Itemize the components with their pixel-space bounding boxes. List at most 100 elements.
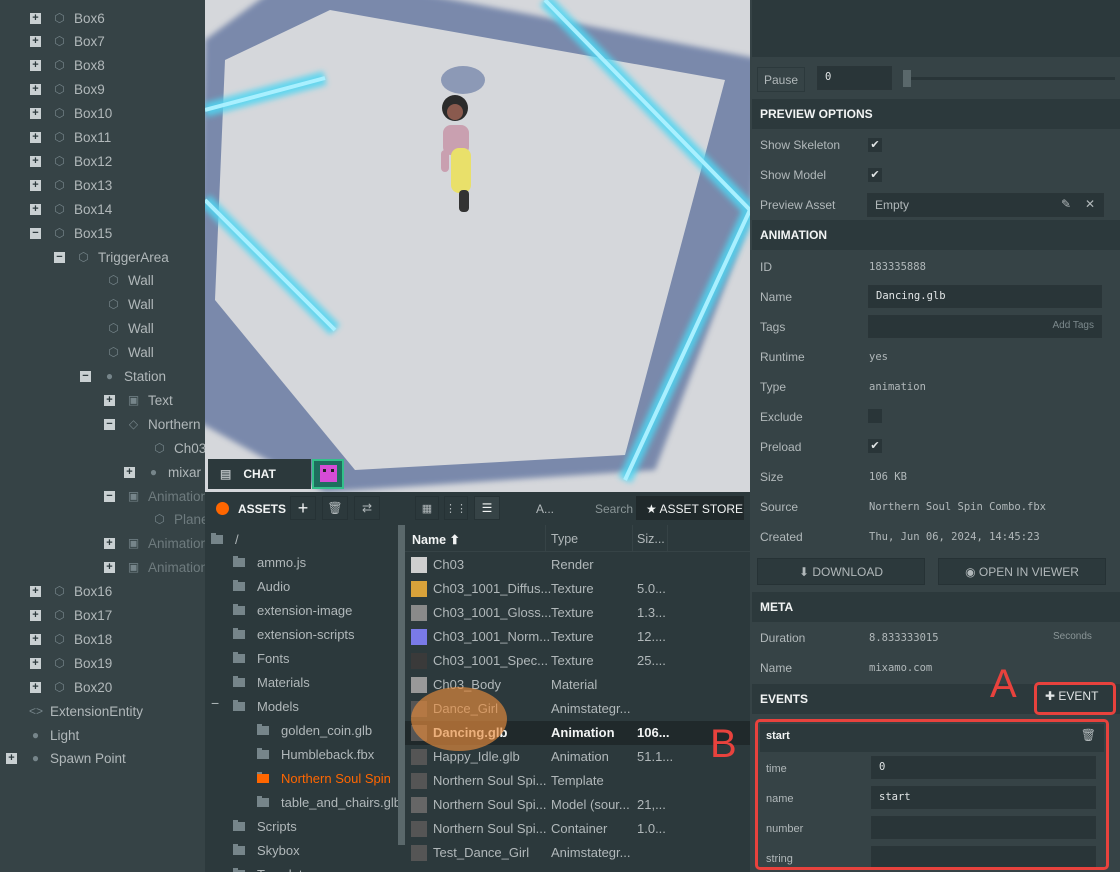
folder-item[interactable]: extension-scripts [233,622,355,646]
avatar[interactable] [312,459,344,489]
move-asset-button[interactable]: ⇄ [354,496,380,520]
preview-timeline-slider[interactable] [903,70,1115,87]
clear-icon[interactable]: ✕ [1085,197,1095,211]
hierarchy-item[interactable]: ⬡ Ch03 [130,436,205,460]
name-input[interactable]: Dancing.glb [868,285,1102,308]
folder-item[interactable]: table_and_chairs.glb [257,790,401,814]
expand-toggle-icon[interactable]: − [104,418,115,430]
expand-toggle-icon[interactable]: − [54,251,65,263]
collapse-models-icon[interactable]: − [211,695,219,711]
expand-toggle-icon[interactable]: + [30,108,41,120]
hierarchy-item[interactable]: − ⬡ TriggerArea [54,245,169,269]
expand-toggle-icon[interactable]: + [30,12,41,24]
folder-item[interactable]: golden_coin.glb [257,718,372,742]
edit-icon[interactable]: ✎ [1061,197,1071,211]
grid-large-icon[interactable]: ▦ [415,496,439,520]
folder-item[interactable]: Fonts [233,646,290,670]
hierarchy-item[interactable]: + ⬡ Box11 [30,126,111,150]
expand-toggle-icon[interactable]: + [30,179,41,191]
hierarchy-item[interactable]: + ⬡ Box9 [30,78,105,102]
hierarchy-item[interactable]: ⬡ Wall [84,269,154,293]
folder-item[interactable]: Scripts [233,814,297,838]
folder-item[interactable]: Templates [233,862,316,872]
asset-row[interactable]: Northern Soul Spi... Model (sour... 21,... [405,793,750,817]
hierarchy-item[interactable]: + ● Spawn Point [6,747,126,771]
expand-toggle-icon[interactable]: + [30,60,41,72]
tags-input[interactable]: Add Tags [868,315,1102,338]
expand-toggle-icon[interactable]: + [104,538,115,550]
hierarchy-item[interactable]: − ◇ Northern [104,412,201,436]
expand-toggle-icon[interactable]: + [30,203,41,215]
folder-item[interactable]: Northern Soul Spin [257,766,391,790]
asset-row[interactable]: Northern Soul Spi... Container 1.0... [405,817,750,841]
asset-row[interactable]: Ch03_1001_Diffus... Texture 5.0... [405,577,750,601]
open-in-viewer-button[interactable]: ◉ OPEN IN VIEWER [938,558,1106,585]
hierarchy-item[interactable]: + ▣ Text [104,388,173,412]
hierarchy-item[interactable]: ● Light [6,723,79,747]
hierarchy-item[interactable]: ⬡ Wall [84,341,154,365]
show-model-checkbox[interactable]: ✔ [868,168,882,182]
expand-toggle-icon[interactable]: + [30,633,41,645]
hierarchy-item[interactable]: + ⬡ Box10 [30,102,112,126]
hierarchy-item[interactable]: + ⬡ Box6 [30,6,105,30]
folder-item[interactable]: Materials [233,670,310,694]
expand-toggle-icon[interactable]: + [104,562,115,574]
preload-checkbox[interactable]: ✔ [868,439,882,453]
expand-toggle-icon[interactable]: + [30,84,41,96]
folder-item[interactable]: Humbleback.fbx [257,742,374,766]
expand-toggle-icon[interactable]: − [104,490,115,502]
grid-small-icon[interactable]: ⋮⋮ [444,496,468,520]
asset-row[interactable]: Test_Dance_Girl Animstategr... [405,841,750,865]
expand-toggle-icon[interactable]: + [30,610,41,621]
collapse-icon[interactable] [216,502,229,515]
pause-button[interactable]: Pause [757,67,805,92]
hierarchy-item[interactable]: ⬡ Wall [84,317,154,341]
hierarchy-item[interactable]: + ▣ Animation [104,556,205,580]
expand-toggle-icon[interactable]: + [30,36,41,48]
hierarchy-item[interactable]: + ⬡ Box12 [30,149,112,173]
hierarchy-item[interactable]: − ▣ Animation [104,484,205,508]
expand-toggle-icon[interactable]: − [80,371,91,382]
column-size[interactable]: Siz... [637,532,665,546]
hierarchy-item[interactable]: − ● Station [80,365,166,389]
hierarchy-item[interactable]: + ⬡ Box14 [30,197,112,221]
asset-row[interactable]: Ch03_1001_Gloss... Texture 1.3... [405,601,750,625]
hierarchy-item[interactable]: + ⬡ Box20 [30,675,112,699]
hierarchy-item[interactable]: + ⬡ Box7 [30,30,105,54]
chat-button[interactable]: ▤ CHAT [208,459,311,489]
hierarchy-item[interactable]: + ⬡ Box16 [30,580,112,604]
expand-toggle-icon[interactable]: + [30,132,41,143]
viewport[interactable]: ▤ CHAT [205,0,750,492]
asset-filter-dropdown[interactable]: A... [530,496,575,520]
hierarchy-item[interactable]: + ⬡ Box13 [30,173,112,197]
folder-item[interactable]: Skybox [233,838,300,862]
hierarchy-item[interactable]: + ⬡ Box17 [30,604,112,628]
preview-time-input[interactable]: 0 [817,66,892,90]
column-name[interactable]: Name ⬆ [412,532,460,547]
expand-toggle-icon[interactable]: + [104,394,115,406]
folder-item[interactable]: ammo.js [233,550,306,574]
list-view-icon[interactable]: ☰ [474,496,500,520]
expand-toggle-icon[interactable]: + [30,155,41,167]
folder-item[interactable]: Audio [233,574,290,598]
hierarchy-item[interactable]: ⬡ Wall [84,293,154,317]
hierarchy-item[interactable]: <> ExtensionEntity [6,699,143,723]
asset-row[interactable]: Ch03_1001_Spec... Texture 25.... [405,649,750,673]
preview-asset-field[interactable]: Empty ✎ ✕ [867,193,1104,217]
expand-toggle-icon[interactable]: + [30,657,41,669]
show-skeleton-checkbox[interactable]: ✔ [868,138,882,152]
hierarchy-item[interactable]: − ⬡ Box15 [30,221,112,245]
hierarchy-item[interactable]: ⬡ Plane [130,508,205,532]
asset-row[interactable]: Ch03_1001_Norm... Texture 12.... [405,625,750,649]
hierarchy-item[interactable]: + ⬡ Box19 [30,651,112,675]
delete-asset-button[interactable]: 🗑 [322,496,348,520]
folder-root[interactable]: / [211,527,239,551]
hierarchy-item[interactable]: + ● mixar [124,460,201,484]
column-type[interactable]: Type [551,532,578,546]
exclude-checkbox[interactable] [868,409,882,423]
asset-row[interactable]: Northern Soul Spi... Template [405,769,750,793]
add-asset-button[interactable]: + [290,496,316,520]
hierarchy-item[interactable]: + ⬡ Box8 [30,54,105,78]
expand-toggle-icon[interactable]: + [6,753,17,765]
slider-handle[interactable] [903,70,911,87]
